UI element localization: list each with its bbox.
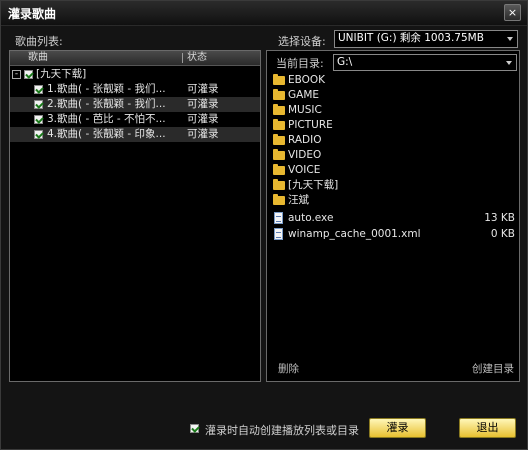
column-song[interactable]: 歌曲 xyxy=(28,51,48,65)
file-icon xyxy=(274,212,283,224)
device-select[interactable]: UNIBIT (G:) 剩余 1003.75MB xyxy=(334,30,518,48)
folder-icon xyxy=(273,194,285,205)
song-status: 可灌录 xyxy=(187,83,219,95)
entry-size: 0 KB xyxy=(490,228,515,240)
burn-songs-dialog: 灌录歌曲 × 歌曲列表: 歌曲 状态 - [九天下载] 1.歌曲( - 张靓颖 … xyxy=(0,0,528,450)
song-status: 可灌录 xyxy=(187,113,219,125)
song-checkbox[interactable] xyxy=(34,115,43,124)
folder-item[interactable]: VOICE xyxy=(271,163,515,178)
device-browser[interactable]: 当前目录: G:\ EBOOK GAME MUSIC PICTURE RADIO… xyxy=(266,50,520,382)
folder-icon xyxy=(273,179,285,190)
folder-icon xyxy=(273,89,285,100)
folder-item[interactable]: [九天下载] xyxy=(271,178,515,193)
folder-item[interactable]: RADIO xyxy=(271,133,515,148)
auto-create-checkbox[interactable] xyxy=(190,424,199,433)
current-dir-value: G:\ xyxy=(337,56,353,68)
song-title: 3.歌曲( - 芭比 - 不怕不... xyxy=(47,113,166,125)
create-dir-button[interactable]: 创建目录 xyxy=(472,361,514,376)
entry-name: auto.exe xyxy=(288,212,334,224)
folder-icon xyxy=(273,104,285,115)
group-checkbox[interactable] xyxy=(24,70,33,79)
song-row[interactable]: 2.歌曲( - 张靓颖 - 我们... 可灌录 xyxy=(10,97,260,112)
entry-name: winamp_cache_0001.xml xyxy=(288,228,421,240)
column-status[interactable]: 状态 xyxy=(187,51,207,65)
song-list-label: 歌曲列表: xyxy=(15,35,63,48)
file-item[interactable]: winamp_cache_0001.xml 0 KB xyxy=(271,227,515,242)
song-row[interactable]: 3.歌曲( - 芭比 - 不怕不... 可灌录 xyxy=(10,112,260,127)
folder-item[interactable]: VIDEO xyxy=(271,148,515,163)
folder-item[interactable]: MUSIC xyxy=(271,103,515,118)
folder-icon xyxy=(273,119,285,130)
song-status: 可灌录 xyxy=(187,128,219,140)
song-checkbox[interactable] xyxy=(34,130,43,139)
file-item[interactable]: auto.exe 13 KB xyxy=(271,211,515,226)
device-select-value: UNIBIT (G:) 剩余 1003.75MB xyxy=(338,32,484,44)
folder-item[interactable]: EBOOK xyxy=(271,73,515,88)
entry-name: MUSIC xyxy=(288,104,322,116)
entry-name: RADIO xyxy=(288,134,322,146)
burn-button[interactable]: 灌录 xyxy=(369,418,426,438)
window-title: 灌录歌曲 xyxy=(8,7,57,21)
folder-item[interactable]: PICTURE xyxy=(271,118,515,133)
entry-size: 13 KB xyxy=(484,212,515,224)
song-title: 1.歌曲( - 张靓颖 - 我们... xyxy=(47,83,166,95)
collapse-icon[interactable]: - xyxy=(12,70,21,79)
entry-name: 汪斌 xyxy=(288,194,309,206)
song-list[interactable]: 歌曲 状态 - [九天下载] 1.歌曲( - 张靓颖 - 我们... 可灌录 2… xyxy=(9,50,261,382)
folder-icon xyxy=(273,74,285,85)
title-bar: 灌录歌曲 × xyxy=(1,1,527,26)
song-row[interactable]: 4.歌曲( - 张靓颖 - 印象... 可灌录 xyxy=(10,127,260,142)
entry-name: VOICE xyxy=(288,164,321,176)
exit-button[interactable]: 退出 xyxy=(459,418,516,438)
entry-name: PICTURE xyxy=(288,119,333,131)
auto-create-label: 灌录时自动创建播放列表或目录 xyxy=(205,424,359,437)
file-icon xyxy=(274,228,283,240)
folder-icon xyxy=(273,134,285,145)
song-row[interactable]: 1.歌曲( - 张靓颖 - 我们... 可灌录 xyxy=(10,82,260,97)
delete-button[interactable]: 删除 xyxy=(278,361,299,376)
folder-item[interactable]: 汪斌 xyxy=(271,193,515,208)
current-dir-select[interactable]: G:\ xyxy=(333,54,517,71)
song-checkbox[interactable] xyxy=(34,85,43,94)
song-status: 可灌录 xyxy=(187,98,219,110)
song-list-header: 歌曲 状态 xyxy=(10,51,260,66)
folder-icon xyxy=(273,164,285,175)
close-button[interactable]: × xyxy=(504,4,521,21)
current-dir-label: 当前目录: xyxy=(276,57,324,70)
column-separator[interactable] xyxy=(182,53,183,63)
device-label: 选择设备: xyxy=(278,35,326,48)
song-title: 4.歌曲( - 张靓颖 - 印象... xyxy=(47,128,166,140)
entry-name: [九天下载] xyxy=(288,179,339,191)
folder-item[interactable]: GAME xyxy=(271,88,515,103)
entry-name: VIDEO xyxy=(288,149,322,161)
group-row[interactable]: - [九天下载] xyxy=(10,67,260,82)
song-checkbox[interactable] xyxy=(34,100,43,109)
group-label: [九天下载] xyxy=(36,68,87,80)
entry-name: GAME xyxy=(288,89,320,101)
song-title: 2.歌曲( - 张靓颖 - 我们... xyxy=(47,98,166,110)
chevron-down-icon[interactable] xyxy=(507,37,513,41)
folder-icon xyxy=(273,149,285,160)
chevron-down-icon[interactable] xyxy=(506,61,512,65)
entry-name: EBOOK xyxy=(288,74,326,86)
